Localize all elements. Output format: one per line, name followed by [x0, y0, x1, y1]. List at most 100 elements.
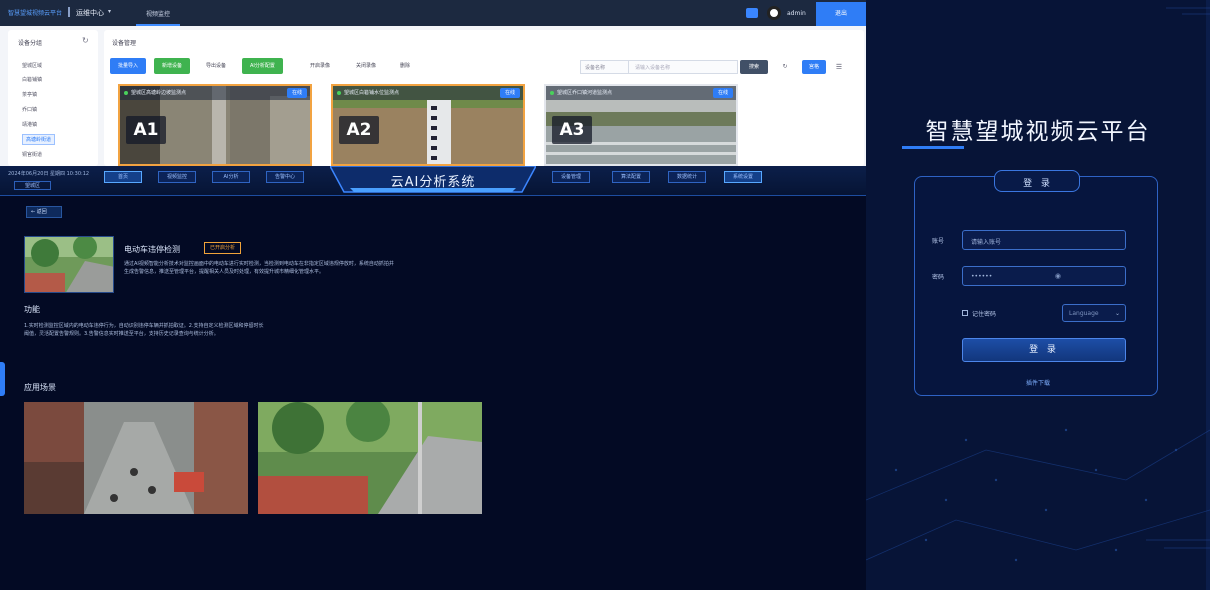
import-button[interactable]: 批量导入: [110, 58, 147, 74]
start-record-button[interactable]: 开启录像: [302, 58, 339, 74]
refresh-icon[interactable]: ↻: [82, 36, 89, 45]
camera-status-badge[interactable]: 在线: [499, 88, 520, 98]
search-input[interactable]: 请输入设备名称: [635, 64, 670, 71]
ai-analysis-window: 2024年06月20日 星期四 10:30:12 望城区 首页 视频监控 AI分…: [0, 166, 866, 590]
sidebar-item[interactable]: 茶亭镇: [22, 91, 37, 98]
list-view-icon[interactable]: ☰: [832, 60, 846, 74]
function-description: 1.实时检测监控区域内的电动车违停行为，自动识别违停车辆并抓拍取证。2.支持自定…: [24, 323, 264, 337]
plugin-download-link[interactable]: 插件下载: [866, 378, 1210, 387]
camera-header: 望城区高塘岭边坡监测点 在线: [120, 86, 310, 100]
remember-checkbox[interactable]: [962, 310, 968, 316]
username-field[interactable]: 请输入账号: [962, 230, 1126, 250]
login-button[interactable]: 登 录: [962, 338, 1126, 362]
username-label: 账号: [932, 238, 945, 245]
camera-code: A1: [126, 116, 166, 144]
chevron-down-icon[interactable]: ▾: [108, 8, 111, 15]
delete-button[interactable]: 删除: [392, 58, 419, 74]
message-icon[interactable]: [746, 8, 758, 18]
camera-code: A3: [552, 116, 592, 144]
module-switcher[interactable]: 运维中心: [76, 8, 104, 18]
ai-system-title: 云AI分析系统: [390, 175, 476, 190]
username-value: 请输入账号: [971, 239, 1002, 246]
cases-section-title: 应用场景: [24, 383, 56, 392]
eye-icon[interactable]: ◉: [1055, 272, 1061, 280]
camera-name: 望城区白箬铺水位监测点: [344, 90, 400, 96]
side-drawer-handle[interactable]: [0, 362, 5, 396]
main-title: 设备管理: [112, 40, 137, 47]
admin-topbar: 智慧望城视频云平台 运维中心 ▾ 视频监控 admin 退出: [0, 0, 866, 26]
camera-status-badge[interactable]: 在线: [712, 88, 733, 98]
camera-header: 望城区乔口镇河道监测点 在线: [546, 86, 736, 100]
user-avatar[interactable]: [767, 6, 781, 20]
search-field-select[interactable]: 设备名称: [581, 61, 629, 73]
sidebar-item[interactable]: 望城区域: [22, 62, 42, 69]
camera-status-badge[interactable]: 在线: [286, 88, 307, 98]
back-label: 返回: [36, 209, 47, 215]
analysis-status-badge: 已开启分析: [204, 242, 242, 254]
admin-window: 智慧望城视频云平台 运维中心 ▾ 视频监控 admin 退出 设备分组 ↻ 望城…: [0, 0, 866, 166]
password-label: 密码: [932, 274, 945, 281]
header-datetime: 2024年06月20日 星期四 10:30:12: [8, 171, 90, 177]
device-description: 通过AI视频智能分析技术对监控画面中的电动车进行实时检测，当检测到电动车在非指定…: [124, 261, 394, 275]
header-nav-item[interactable]: 数据统计: [668, 171, 706, 183]
sidebar-item[interactable]: 乔口镇: [22, 106, 37, 113]
header-nav-item[interactable]: 首页: [104, 171, 142, 183]
user-name[interactable]: admin: [787, 10, 806, 17]
camera-name: 望城区高塘岭边坡监测点: [131, 90, 187, 96]
grid-view-button[interactable]: 宫格: [802, 60, 826, 74]
stop-record-button[interactable]: 关闭录像: [348, 58, 385, 74]
sidebar-item[interactable]: 铜官街道: [22, 151, 42, 158]
brand-divider: [68, 7, 70, 17]
sidebar-item[interactable]: 白箬铺镇: [22, 76, 42, 83]
password-field[interactable]: •••••• ◉: [962, 266, 1126, 286]
ai-config-button[interactable]: AI分析配置: [242, 58, 283, 74]
road-scene-image: [258, 402, 482, 514]
exit-button[interactable]: 退出: [816, 2, 866, 26]
case-image-road: [258, 402, 482, 514]
camera-card[interactable]: 望城区高塘岭边坡监测点 在线 A1: [118, 84, 312, 166]
title-underline: [902, 146, 964, 149]
header-nav-item[interactable]: AI分析: [212, 171, 250, 183]
reset-icon[interactable]: ↻: [774, 60, 796, 74]
sidebar-item-active[interactable]: 高塘岭街道: [22, 134, 56, 145]
search-button[interactable]: 搜索: [740, 60, 768, 74]
language-select[interactable]: Language ⌄: [1062, 304, 1126, 322]
back-button[interactable]: ← 返回: [26, 206, 62, 218]
export-button[interactable]: 导出设备: [198, 58, 235, 74]
street-scene-image: [24, 402, 248, 514]
header-nav-item[interactable]: 算法配置: [612, 171, 650, 183]
sidebar-item[interactable]: 靖港镇: [22, 121, 37, 128]
sidebar-title: 设备分组: [18, 40, 43, 47]
login-box-title: 登 录: [1023, 179, 1053, 189]
header-nav-item[interactable]: 设备管理: [552, 171, 590, 183]
topnav-video-monitor[interactable]: 视频监控: [136, 0, 181, 26]
camera-header: 望城区白箬铺水位监测点 在线: [333, 86, 523, 100]
device-main-panel: 设备管理 批量导入 新增设备 导出设备 AI分析配置 开启录像 关闭录像 删除 …: [104, 30, 864, 166]
function-section-title: 功能: [24, 305, 40, 314]
region-tag[interactable]: 望城区: [14, 181, 52, 190]
chevron-down-icon: ⌄: [1114, 310, 1120, 317]
header-nav-item[interactable]: 视频监控: [158, 171, 196, 183]
admin-brand: 智慧望城视频云平台: [8, 10, 63, 17]
add-device-button[interactable]: 新增设备: [154, 58, 191, 74]
online-dot-icon: [550, 91, 554, 95]
header-nav-item[interactable]: 系统设置: [724, 171, 762, 183]
camera-code: A2: [339, 116, 379, 144]
search-box[interactable]: 设备名称 请输入设备名称: [580, 60, 738, 74]
language-value: Language: [1069, 310, 1099, 317]
online-dot-icon: [124, 91, 128, 95]
online-dot-icon: [337, 91, 341, 95]
ai-title-wrap: 云AI分析系统: [330, 166, 536, 194]
platform-title: 智慧望城视频云平台: [925, 119, 1151, 145]
remember-label[interactable]: 记住密码: [972, 309, 996, 318]
header-nav-item[interactable]: 告警中心: [266, 171, 304, 183]
password-value: ••••••: [971, 273, 993, 280]
camera-name: 望城区乔口镇河道监测点: [557, 90, 613, 96]
camera-card[interactable]: 望城区乔口镇河道监测点 在线 A3: [544, 84, 738, 166]
login-box: [914, 176, 1158, 396]
device-name: 电动车违停检测: [124, 245, 180, 254]
camera-card[interactable]: 望城区白箬铺水位监测点 在线 A2: [331, 84, 525, 166]
case-image-street: [24, 402, 248, 514]
ai-header: 2024年06月20日 星期四 10:30:12 望城区 首页 视频监控 AI分…: [0, 166, 866, 196]
login-panel: 智慧望城视频云平台 登 录 账号 请输入账号 密码 •••••• ◉ 记住密码 …: [866, 0, 1210, 590]
